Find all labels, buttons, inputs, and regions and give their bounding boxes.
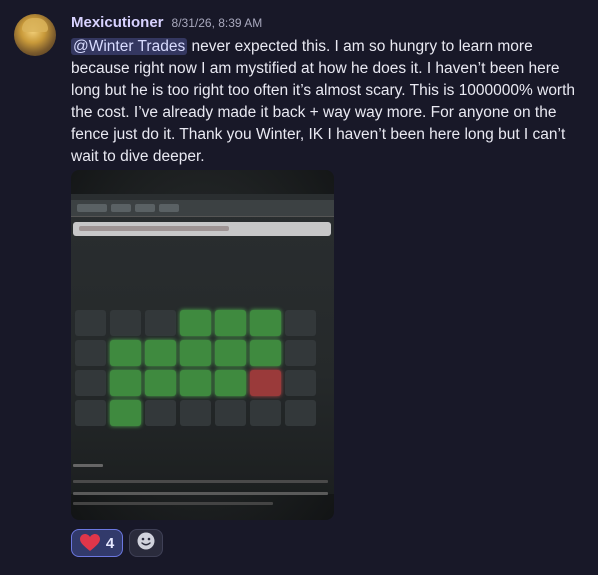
message-header: Mexicutioner 8/31/26, 8:39 AM	[71, 14, 262, 34]
add-reaction-button[interactable]	[129, 529, 163, 557]
message-text: never expected this. I am so hungry to l…	[71, 38, 576, 165]
timestamp[interactable]: 8/31/26, 8:39 AM	[172, 16, 263, 30]
add-reaction-icon	[136, 531, 156, 556]
user-avatar[interactable]	[14, 14, 56, 56]
heart-reaction-button[interactable]: 4	[71, 529, 123, 557]
photo-url-bar	[73, 222, 331, 236]
photo-pnl-calendar	[75, 294, 330, 430]
photo-of-monitor	[71, 194, 334, 505]
user-mention[interactable]: @Winter Trades	[71, 38, 188, 55]
username[interactable]: Mexicutioner	[71, 14, 164, 31]
photo-browser-bar	[71, 200, 334, 217]
heart-icon	[79, 534, 100, 552]
reaction-count: 4	[105, 534, 115, 552]
image-attachment[interactable]	[71, 170, 334, 520]
message-content: @Winter Trades never expected this. I am…	[71, 36, 583, 168]
photo-trade-history	[71, 464, 334, 505]
reactions-bar: 4	[71, 529, 163, 557]
chat-message: Mexicutioner 8/31/26, 8:39 AM @Winter Tr…	[0, 0, 598, 575]
